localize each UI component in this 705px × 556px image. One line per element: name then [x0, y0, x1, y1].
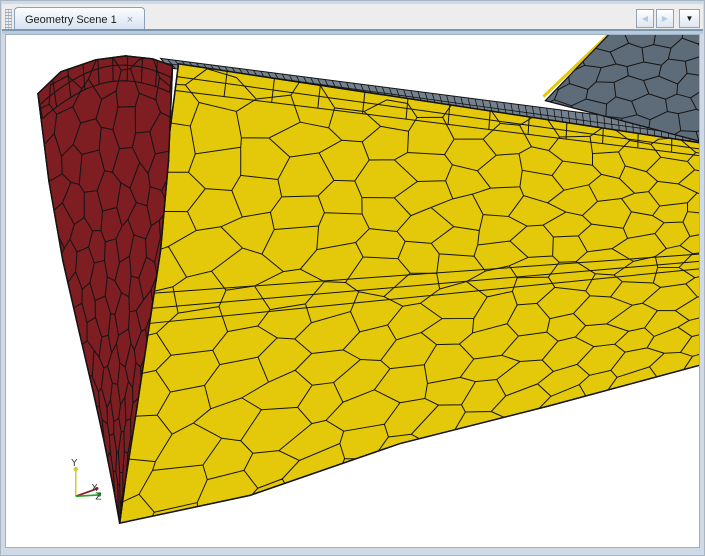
chevron-down-icon: ▼	[686, 14, 694, 23]
scroll-tabs-right-button[interactable]: ▶	[656, 9, 674, 28]
scene-window: Geometry Scene 1 × ◀ ▶ ▼ Y X Z	[0, 0, 705, 556]
scroll-tabs-left-button[interactable]: ◀	[636, 9, 654, 28]
y-axis-label: Y	[70, 458, 78, 469]
geometry-scene-canvas[interactable]: Y X Z	[6, 35, 699, 547]
scroll-left-icon: ◀	[642, 14, 648, 23]
tab-bar: Geometry Scene 1 × ◀ ▶ ▼	[2, 2, 703, 29]
z-axis-label: Z	[95, 491, 102, 502]
tab-drag-grip	[5, 9, 12, 29]
scroll-right-icon: ▶	[662, 14, 668, 23]
tab-label: Geometry Scene 1	[25, 14, 117, 26]
polyhedral-mesh	[6, 35, 699, 547]
scene-viewport[interactable]: Y X Z	[5, 34, 700, 548]
tab-list-dropdown-button[interactable]: ▼	[679, 9, 700, 28]
tab-close-icon[interactable]: ×	[125, 14, 135, 27]
tab-controls: ◀ ▶ ▼	[634, 9, 700, 28]
